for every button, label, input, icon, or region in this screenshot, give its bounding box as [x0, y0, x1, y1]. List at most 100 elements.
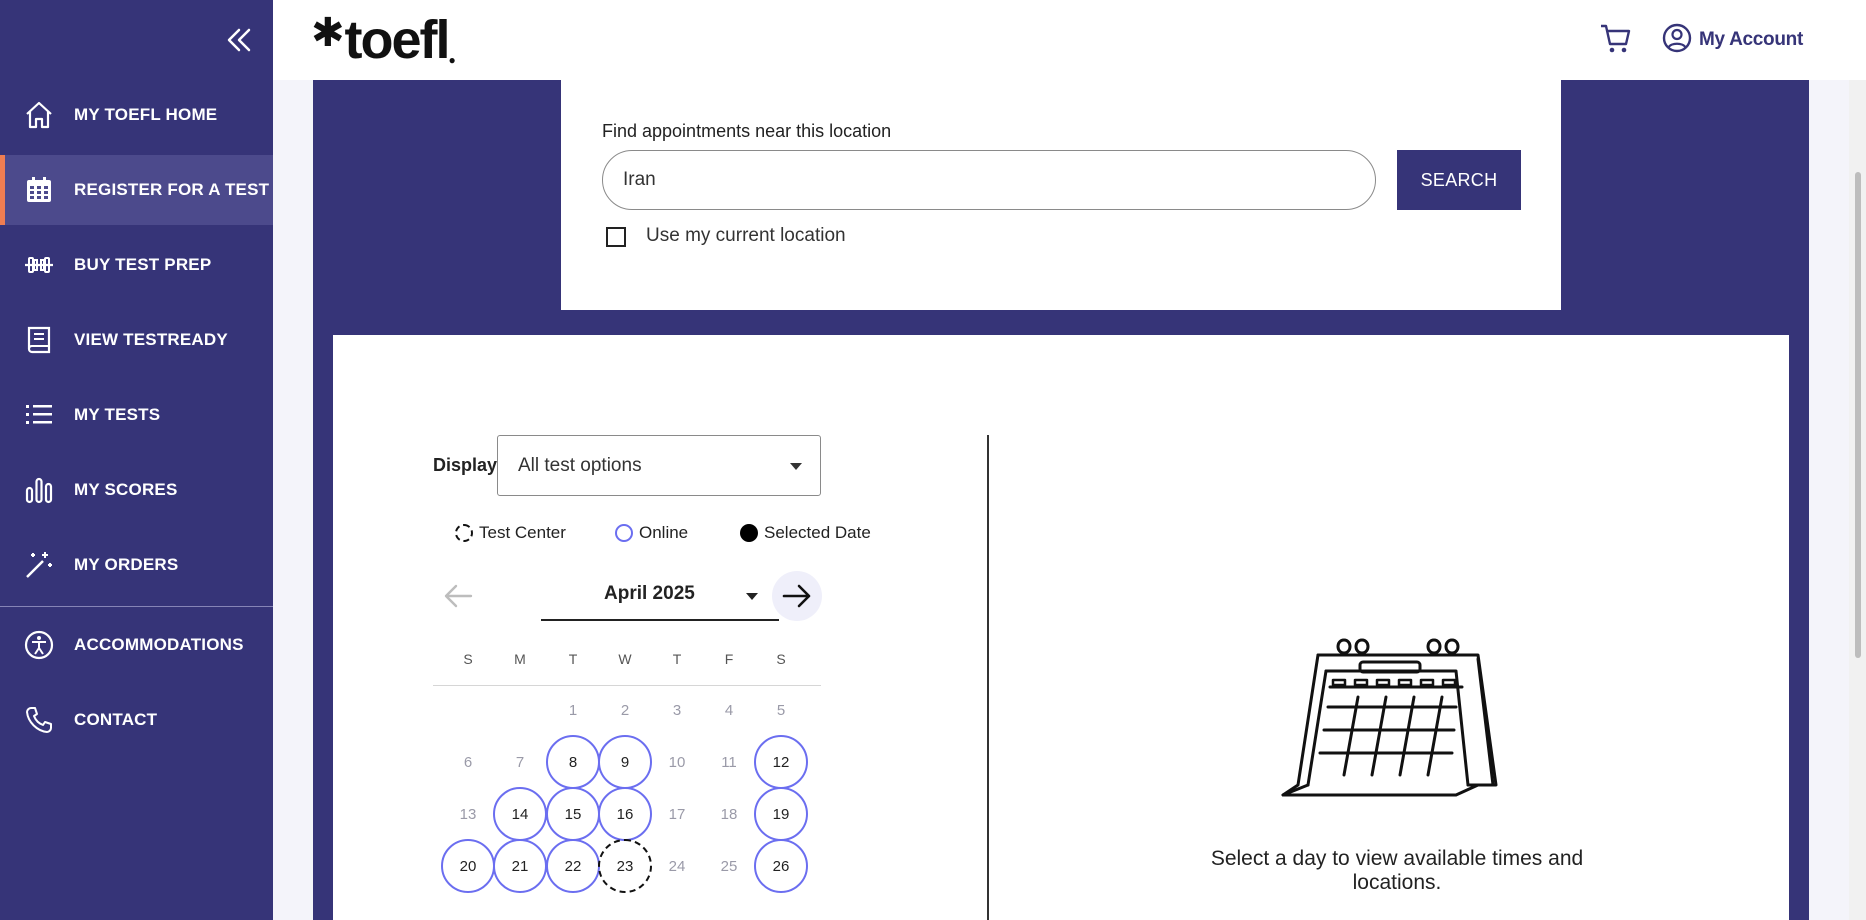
calendar-icon	[22, 173, 56, 207]
sidebar-item-label: MY SCORES	[74, 480, 178, 499]
previous-month-arrow-icon[interactable]	[441, 579, 475, 613]
user-circle-icon	[1661, 22, 1693, 59]
page-gutter-right	[1809, 80, 1849, 920]
day-of-week-label: T	[568, 651, 578, 667]
vertical-divider	[987, 435, 989, 920]
sidebar-item-label: CONTACT	[74, 710, 158, 729]
calendar-day-3: 3	[672, 701, 682, 719]
dumbbell-icon	[22, 248, 56, 282]
calendar-day-13: 13	[459, 805, 477, 823]
sidebar-item-label: MY TOEFL HOME	[74, 105, 218, 124]
display-select[interactable]: All test options	[497, 435, 821, 496]
calendar-day-4: 4	[724, 701, 734, 719]
day-of-week-label: W	[618, 651, 632, 667]
list-icon	[22, 398, 56, 432]
book-icon	[22, 323, 56, 357]
sidebar-item-my-tests[interactable]: MY TESTS	[0, 380, 273, 450]
calendar-day-5: 5	[776, 701, 786, 719]
asterisk-logo-icon: ✱	[311, 11, 345, 55]
sidebar-item-my-orders[interactable]: MY ORDERS	[0, 530, 273, 600]
calendar-day-6: 6	[463, 753, 473, 771]
legend-label: Online	[639, 523, 689, 542]
calendar-day-7: 7	[515, 753, 525, 771]
calendar-day-14[interactable]: 14	[493, 787, 547, 841]
home-icon	[22, 98, 56, 132]
sidebar-item-label: BUY TEST PREP	[74, 255, 212, 274]
calendar-day-10: 10	[668, 753, 686, 771]
legend-online: Online	[615, 521, 688, 545]
dashed-circle-icon	[455, 524, 473, 542]
day-of-week-label: T	[672, 651, 682, 667]
sidebar-item-label: VIEW TESTREADY	[74, 330, 228, 349]
logo-text: toefl	[344, 10, 451, 70]
chevron-down-icon	[746, 593, 758, 600]
legend-label: Selected Date	[764, 523, 871, 542]
top-header: ✱ toefl ● My Account	[273, 0, 1866, 81]
calendar-day-20[interactable]: 20	[441, 839, 495, 893]
sidebar-item-contact[interactable]: CONTACT	[0, 685, 273, 755]
chevron-down-icon	[790, 463, 802, 470]
use-current-location-label: Use my current location	[646, 225, 846, 246]
calendar-day-15[interactable]: 15	[546, 787, 600, 841]
calendar-day-11: 11	[721, 753, 737, 771]
magic-wand-icon	[22, 548, 56, 582]
sidebar-item-accommodations[interactable]: ACCOMMODATIONS	[0, 610, 273, 680]
accessibility-icon	[22, 628, 56, 662]
sidebar-item-buy-test-prep[interactable]: BUY TEST PREP	[0, 230, 273, 300]
day-of-week-label: S	[776, 651, 786, 667]
calendar-day-12[interactable]: 12	[754, 735, 808, 789]
calendar-day-9[interactable]: 9	[598, 735, 652, 789]
sidebar-item-my-scores[interactable]: MY SCORES	[0, 455, 273, 525]
use-current-location-checkbox[interactable]	[606, 227, 626, 247]
sidebar-item-view-testready[interactable]: VIEW TESTREADY	[0, 305, 273, 375]
filled-circle-icon	[740, 524, 758, 542]
collapse-sidebar-icon[interactable]	[222, 24, 254, 56]
calendar-card: Display All test options Test Center Onl…	[333, 335, 1789, 920]
display-label: Display	[433, 455, 498, 475]
legend-label: Test Center	[479, 523, 566, 542]
calendar-day-18: 18	[720, 805, 738, 823]
my-account-button[interactable]: My Account	[1661, 22, 1803, 58]
location-search-card: Find appointments near this location Ira…	[561, 80, 1561, 310]
calendar-day-23[interactable]: 23	[598, 839, 652, 893]
calendar-day-1: 1	[568, 701, 578, 719]
next-month-arrow-icon[interactable]	[772, 571, 822, 621]
sidebar-divider	[0, 606, 273, 607]
legend-selected-date: Selected Date	[740, 521, 871, 545]
calendar-day-16[interactable]: 16	[598, 787, 652, 841]
sidebar-item-register-for-a-test[interactable]: REGISTER FOR A TEST	[0, 155, 273, 225]
toefl-logo[interactable]: ✱ toefl ●	[311, 10, 456, 70]
sidebar-item-label: MY ORDERS	[74, 555, 179, 574]
cart-icon[interactable]	[1598, 20, 1634, 56]
search-button[interactable]: SEARCH	[1397, 150, 1521, 210]
sidebar-item-label: ACCOMMODATIONS	[74, 635, 244, 654]
month-select-value: April 2025	[604, 583, 695, 604]
location-input[interactable]: Iran	[602, 150, 1376, 210]
calendar-illustration-icon	[1278, 635, 1498, 815]
my-account-label: My Account	[1699, 29, 1803, 50]
bar-chart-icon	[22, 473, 56, 507]
phone-icon	[22, 703, 56, 737]
calendar-day-24: 24	[668, 857, 686, 875]
empty-state-message: Select a day to view available times and…	[1210, 847, 1584, 894]
calendar-day-17: 17	[668, 805, 686, 823]
calendar-day-8[interactable]: 8	[546, 735, 600, 789]
calendar-day-25: 25	[720, 857, 738, 875]
sidebar-item-label: REGISTER FOR A TEST	[74, 180, 270, 199]
calendar-day-19[interactable]: 19	[754, 787, 808, 841]
page-gutter-left	[273, 80, 313, 920]
sidebar: MY TOEFL HOME REGISTER FOR A TEST BUY TE…	[0, 0, 273, 920]
calendar-day-22[interactable]: 22	[546, 839, 600, 893]
find-appointments-label: Find appointments near this location	[602, 121, 892, 141]
day-of-week-label: F	[724, 651, 734, 667]
scrollbar-thumb[interactable]	[1855, 172, 1861, 658]
circle-outline-icon	[615, 524, 633, 542]
day-of-week-label: M	[514, 651, 526, 667]
month-select[interactable]: April 2025	[541, 571, 779, 621]
legend-test-center: Test Center	[455, 521, 566, 545]
display-select-value: All test options	[518, 455, 642, 476]
calendar-day-26[interactable]: 26	[754, 839, 808, 893]
calendar-day-2: 2	[620, 701, 630, 719]
sidebar-item-my-toefl-home[interactable]: MY TOEFL HOME	[0, 80, 273, 150]
calendar-day-21[interactable]: 21	[493, 839, 547, 893]
